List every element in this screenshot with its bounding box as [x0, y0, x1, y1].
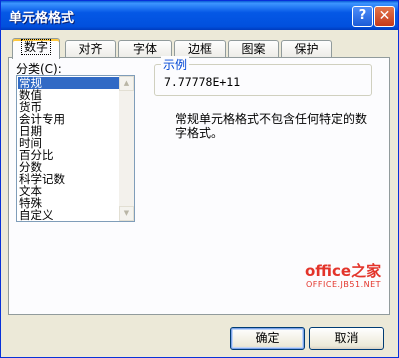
sample-value: 7.77778E+11 — [164, 75, 241, 89]
tab-number[interactable]: 数字 — [12, 38, 60, 59]
watermark-logo: office之家 — [305, 262, 382, 280]
list-item[interactable]: 自定义 — [18, 209, 119, 221]
cancel-button[interactable]: 取消 — [309, 327, 384, 350]
tab-patterns[interactable]: 图案 — [228, 40, 279, 58]
close-icon: ✕ — [378, 8, 391, 24]
tab-alignment[interactable]: 对齐 — [65, 40, 116, 58]
watermark-url: OFFICE.JB51.NET — [306, 280, 382, 289]
category-list[interactable]: 常规 数值 货币 会计专用 日期 时间 百分比 分数 科学记数 文本 特殊 自定… — [16, 75, 135, 222]
sample-label: 示例 — [161, 56, 190, 73]
help-icon: ? — [358, 8, 367, 23]
list-scrollbar[interactable]: ▲ ▼ — [119, 76, 134, 221]
title-bar[interactable]: 单元格格式 ? ✕ — [1, 1, 398, 30]
scroll-up-icon[interactable]: ▲ — [119, 76, 134, 91]
close-button[interactable]: ✕ — [374, 6, 395, 27]
format-description: 常规单元格格式不包含任何特定的数字格式。 — [175, 112, 368, 140]
ok-button[interactable]: 确定 — [230, 327, 305, 350]
help-button[interactable]: ? — [352, 6, 373, 27]
scroll-down-icon[interactable]: ▼ — [119, 206, 134, 221]
tab-protection[interactable]: 保护 — [281, 40, 332, 58]
dialog-title: 单元格格式 — [9, 11, 75, 26]
